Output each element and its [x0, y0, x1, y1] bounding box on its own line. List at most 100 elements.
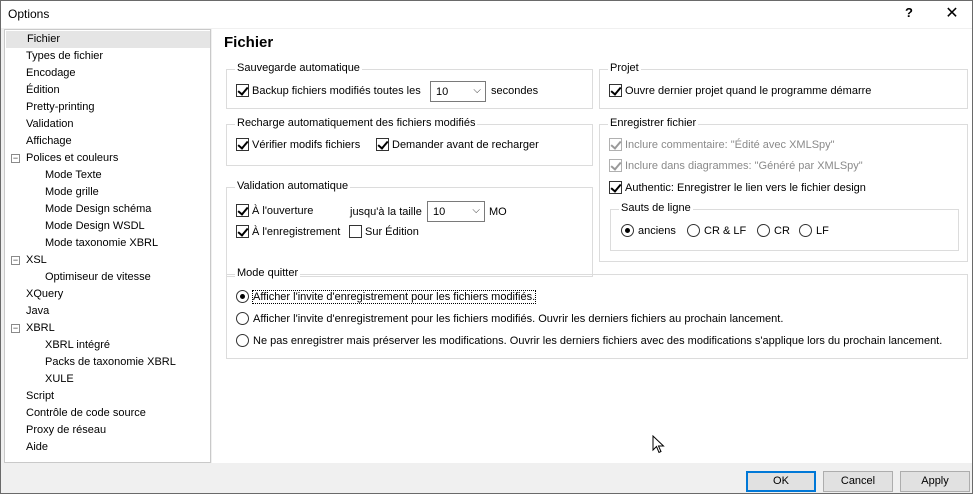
reload-group-title: Recharge automatiquement des fichiers mo…: [235, 117, 478, 129]
tree-item[interactable]: Mode Design WSDL: [45, 218, 145, 235]
tree-item[interactable]: XBRL intégré: [45, 337, 110, 354]
tree-item[interactable]: Mode Texte: [45, 167, 102, 184]
line-breaks-group-title: Sauts de ligne: [619, 202, 693, 214]
tree-item[interactable]: Polices et couleurs: [26, 150, 118, 167]
quit-mode-option-3-label: Ne pas enregistrer mais préserver les mo…: [253, 334, 943, 347]
tree-item[interactable]: XQuery: [26, 286, 63, 303]
mouse-cursor-icon: [652, 435, 665, 454]
checkbox-box[interactable]: [349, 225, 362, 238]
tree-item[interactable]: Mode Design schéma: [45, 201, 151, 218]
tree-item[interactable]: XSL: [26, 252, 47, 269]
radio-dot[interactable]: [621, 224, 634, 237]
collapse-icon[interactable]: −: [11, 256, 20, 265]
include-comment-label: Inclure commentaire: "Édité avec XMLSpy": [625, 138, 835, 151]
size-limit-select[interactable]: 10 ⌵: [427, 201, 485, 222]
checkbox-box[interactable]: [236, 225, 249, 238]
tree-item[interactable]: XULE: [45, 371, 74, 388]
tree-item[interactable]: Édition: [26, 82, 60, 99]
tree-item[interactable]: Java: [26, 303, 49, 320]
include-diagrams-checkbox: Inclure dans diagrammes: "Généré par XML…: [609, 159, 863, 172]
line-break-old-radio[interactable]: anciens: [621, 224, 676, 237]
checkbox-box[interactable]: [236, 138, 249, 151]
check-modifs-label: Vérifier modifs fichiers: [252, 138, 361, 151]
tree-item[interactable]: Optimiseur de vitesse: [45, 269, 151, 286]
radio-dot[interactable]: [757, 224, 770, 237]
radio-dot[interactable]: [236, 312, 249, 325]
open-last-project-checkbox[interactable]: Ouvre dernier projet quand le programme …: [609, 84, 871, 97]
validate-on-save-checkbox[interactable]: À l'enregistrement: [236, 225, 340, 238]
chevron-down-icon: ⌵: [473, 85, 481, 96]
tree-item[interactable]: Mode grille: [45, 184, 99, 201]
tree-item[interactable]: XBRL: [26, 320, 55, 337]
checkbox-box: [609, 159, 622, 172]
validation-group-title: Validation automatique: [235, 180, 351, 192]
ask-reload-checkbox[interactable]: Demander avant de recharger: [376, 138, 539, 151]
chevron-down-icon: ⌵: [472, 205, 480, 216]
page-title: Fichier: [224, 34, 274, 51]
line-break-cr-radio[interactable]: CR: [757, 224, 790, 237]
apply-button[interactable]: Apply: [900, 471, 970, 492]
quit-mode-option-1-label: Afficher l'invite d'enregistrement pour …: [251, 289, 537, 304]
tree-item[interactable]: Script: [26, 388, 54, 405]
open-last-project-label: Ouvre dernier projet quand le programme …: [625, 84, 872, 97]
collapse-icon[interactable]: −: [11, 324, 20, 333]
options-tree[interactable]: Fichier Types de fichier Encodage Édition Pr…: [4, 29, 211, 463]
settings-panel: Fichier Sauvegarde automatique Backup fi…: [212, 29, 972, 463]
tree-item[interactable]: Encodage: [26, 65, 76, 82]
validate-on-save-label: À l'enregistrement: [252, 225, 341, 238]
authentic-link-label: Authentic: Enregistrer le lien vers le f…: [625, 181, 866, 194]
help-button[interactable]: ?: [905, 5, 913, 20]
checkbox-box[interactable]: [609, 181, 622, 194]
backup-interval-select[interactable]: 10 ⌵: [430, 81, 486, 102]
quit-mode-option-2[interactable]: Afficher l'invite d'enregistrement pour …: [236, 312, 783, 325]
ask-reload-label: Demander avant de recharger: [392, 138, 539, 151]
size-limit-value: 10: [433, 205, 446, 218]
backup-label: Backup fichiers modifiés toutes les: [252, 84, 421, 97]
line-break-lf-radio[interactable]: LF: [799, 224, 829, 237]
checkbox-box[interactable]: [609, 84, 622, 97]
line-break-lf-label: LF: [816, 224, 829, 237]
quit-mode-option-3[interactable]: Ne pas enregistrer mais préserver les mo…: [236, 334, 942, 347]
tree-item[interactable]: Contrôle de code source: [26, 405, 146, 422]
tree-item[interactable]: Aide: [26, 439, 48, 456]
validate-on-open-label: À l'ouverture: [252, 204, 314, 217]
validate-on-edit-checkbox[interactable]: Sur Édition: [349, 225, 419, 238]
radio-dot[interactable]: [236, 334, 249, 347]
quit-mode-option-1[interactable]: Afficher l'invite d'enregistrement pour …: [236, 289, 537, 304]
autosave-group-title: Sauvegarde automatique: [235, 62, 362, 74]
checkbox-box[interactable]: [376, 138, 389, 151]
ok-button[interactable]: OK: [746, 471, 816, 492]
radio-dot[interactable]: [799, 224, 812, 237]
validate-on-open-checkbox[interactable]: À l'ouverture: [236, 204, 313, 217]
check-modifs-checkbox[interactable]: Vérifier modifs fichiers: [236, 138, 360, 151]
quit-mode-option-2-label: Afficher l'invite d'enregistrement pour …: [253, 312, 784, 325]
checkbox-box: [609, 138, 622, 151]
tree-item[interactable]: Pretty-printing: [26, 99, 94, 116]
window-title: Options: [8, 7, 50, 21]
collapse-icon[interactable]: −: [11, 154, 20, 163]
tree-item[interactable]: Proxy de réseau: [26, 422, 106, 439]
options-dialog: Options ? ✕ Fichier Types de fichier Encod…: [0, 0, 973, 494]
backup-interval-value: 10: [436, 85, 449, 98]
checkbox-box[interactable]: [236, 84, 249, 97]
line-break-old-label: anciens: [638, 224, 676, 237]
tree-item[interactable]: Packs de taxonomie XBRL: [45, 354, 176, 371]
include-comment-checkbox: Inclure commentaire: "Édité avec XMLSpy": [609, 138, 835, 151]
tree-item[interactable]: Fichier: [6, 31, 210, 48]
cancel-button[interactable]: Cancel: [823, 471, 893, 492]
tree-item[interactable]: Affichage: [26, 133, 72, 150]
line-break-crlf-label: CR & LF: [704, 224, 747, 237]
validate-on-edit-label: Sur Édition: [365, 225, 419, 238]
size-limit-label: jusqu'à la taille: [350, 206, 422, 218]
title-bar: Options ? ✕: [1, 1, 972, 28]
checkbox-box[interactable]: [236, 204, 249, 217]
close-icon[interactable]: ✕: [939, 4, 965, 24]
backup-checkbox[interactable]: Backup fichiers modifiés toutes les: [236, 84, 421, 97]
tree-item[interactable]: Validation: [26, 116, 74, 133]
tree-item[interactable]: Types de fichier: [26, 48, 103, 65]
line-break-crlf-radio[interactable]: CR & LF: [687, 224, 746, 237]
tree-item[interactable]: Mode taxonomie XBRL: [45, 235, 158, 252]
radio-dot[interactable]: [687, 224, 700, 237]
radio-dot[interactable]: [236, 290, 249, 303]
authentic-link-checkbox[interactable]: Authentic: Enregistrer le lien vers le f…: [609, 181, 866, 194]
